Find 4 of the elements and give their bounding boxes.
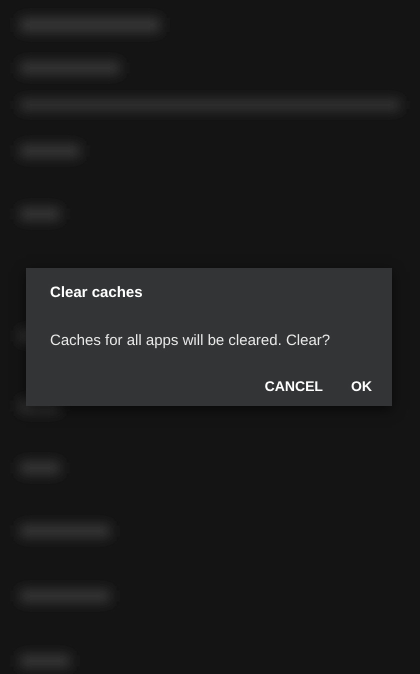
dialog-button[interactable]: CANCEL [252, 370, 335, 402]
dialog-message: Caches for all apps will be cleared. Clear? [50, 332, 332, 350]
dialog-button[interactable]: OK [339, 370, 384, 402]
dialog-title: Clear caches [50, 284, 144, 302]
